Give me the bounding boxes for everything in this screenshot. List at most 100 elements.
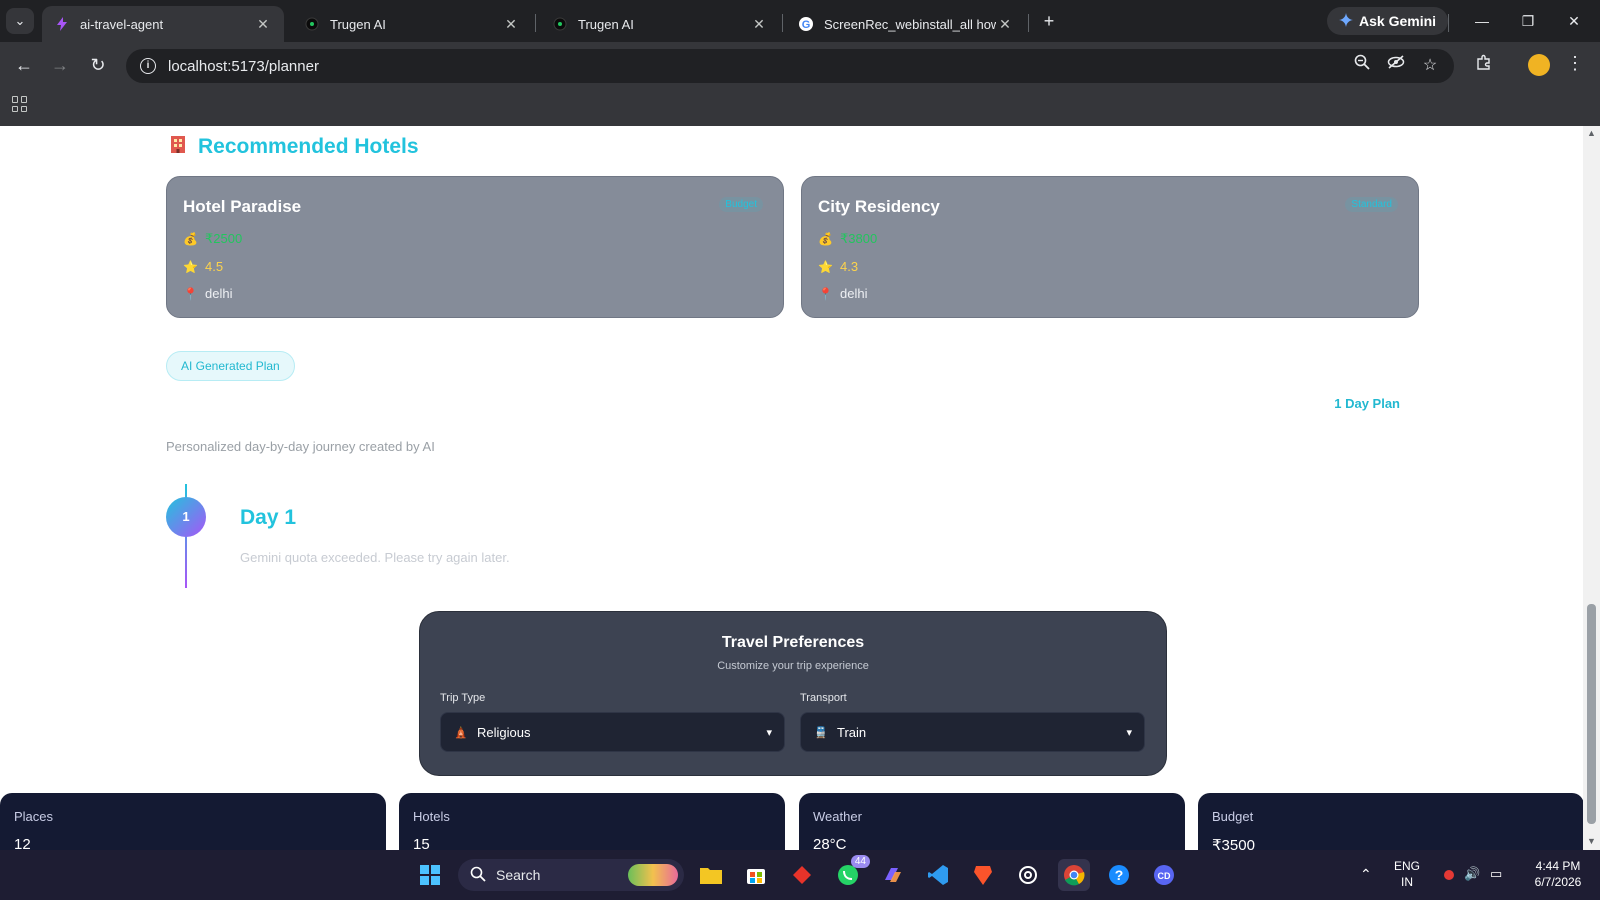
new-tab-button[interactable]: +: [1036, 8, 1062, 34]
stat-card-budget: Budget ₹3500: [1198, 793, 1583, 850]
notification-badge: 44: [850, 855, 870, 868]
ask-gemini-label: Ask Gemini: [1359, 13, 1437, 29]
more-menu-icon[interactable]: ⋮: [1566, 53, 1584, 74]
tab-trugen-ai-2[interactable]: Trugen AI ✕: [540, 6, 780, 42]
site-info-icon[interactable]: i: [140, 58, 156, 74]
apps-grid-icon[interactable]: [12, 96, 28, 112]
tab-separator: [535, 14, 536, 32]
hotel-card[interactable]: City Residency Standard 💰 ₹3800 ⭐ 4.3 📍 …: [801, 176, 1419, 318]
tab-search-button[interactable]: ⌄: [6, 8, 34, 34]
section-title: Recommended Hotels: [198, 135, 419, 158]
travel-preferences-panel: Travel Preferences Customize your trip e…: [419, 611, 1167, 776]
ai-generated-plan-badge: AI Generated Plan: [166, 351, 295, 381]
transport-value: Train: [837, 724, 867, 740]
stat-value: 12: [14, 836, 31, 850]
tab-separator: [1028, 14, 1029, 32]
file-explorer-icon[interactable]: [695, 859, 727, 891]
day-number-badge: 1: [166, 497, 206, 537]
page-scrollbar[interactable]: ▲ ▼: [1583, 126, 1600, 850]
scroll-up-arrow-icon[interactable]: ▲: [1586, 128, 1597, 138]
stat-value: 28°C: [813, 836, 847, 850]
ask-gemini-button[interactable]: Ask Gemini: [1327, 7, 1449, 35]
hotel-card[interactable]: Hotel Paradise Budget 💰 ₹2500 ⭐ 4.5 📍 de…: [166, 176, 784, 318]
stat-card-hotels: Hotels 15: [399, 793, 785, 850]
minimize-button[interactable]: —: [1462, 8, 1502, 34]
stat-value: 15: [413, 836, 430, 850]
volume-icon[interactable]: 🔊: [1464, 866, 1480, 882]
tab-title: ScreenRec_webinstall_all how to: [824, 16, 996, 32]
hotel-tier-badge: Budget: [719, 197, 763, 212]
help-icon[interactable]: ?: [1103, 859, 1135, 891]
tab-separator: [1448, 14, 1449, 32]
star-icon: ⭐: [818, 259, 833, 274]
close-icon[interactable]: ✕: [502, 16, 520, 33]
trip-type-label: Trip Type: [440, 692, 486, 704]
clock-time: 4:44 PM: [1535, 859, 1581, 873]
region-code: IN: [1401, 875, 1413, 889]
whatsapp-icon[interactable]: 44: [832, 855, 870, 891]
preferences-title: Travel Preferences: [721, 634, 865, 651]
reload-icon[interactable]: ↻: [84, 52, 112, 78]
hotel-building-icon: [168, 134, 188, 160]
copilot-icon[interactable]: [877, 859, 909, 891]
chatgpt-icon[interactable]: [1012, 859, 1044, 891]
clock[interactable]: 4:44 PM 6/7/2026: [1528, 858, 1588, 890]
search-highlight-image: [628, 864, 678, 886]
profile-avatar[interactable]: [1528, 54, 1550, 76]
back-arrow-icon[interactable]: ←: [10, 52, 38, 78]
star-icon: ⭐: [183, 259, 198, 274]
zoom-icon[interactable]: [1350, 54, 1374, 78]
plan-day-count: 1 Day Plan: [1334, 396, 1400, 411]
bookmark-star-icon[interactable]: ☆: [1418, 54, 1442, 78]
money-bag-icon: 💰: [818, 232, 833, 246]
recording-indicator-icon[interactable]: [1444, 868, 1454, 884]
language-code: ENG: [1394, 859, 1421, 873]
brave-browser-icon[interactable]: [967, 859, 999, 891]
stat-card-weather: Weather 28°C: [799, 793, 1185, 850]
chevron-down-icon: ▾: [766, 726, 772, 739]
train-icon: 🚆: [814, 726, 828, 739]
url-text[interactable]: localhost:5173/planner: [168, 58, 319, 75]
hotel-price: ₹2500: [205, 231, 243, 246]
forward-arrow-icon[interactable]: →: [46, 52, 74, 78]
hotel-name: Hotel Paradise: [183, 197, 302, 216]
tab-ai-travel-agent[interactable]: ai-travel-agent ✕: [42, 6, 284, 42]
transport-select[interactable]: 🚆 Train ▾: [800, 712, 1145, 752]
google-icon: G: [798, 16, 814, 32]
address-bar[interactable]: i localhost:5173/planner: [126, 49, 1454, 83]
tracking-protection-eye-icon[interactable]: [1384, 54, 1408, 78]
recommended-hotels-heading: Recommended Hotels: [168, 134, 419, 160]
close-icon[interactable]: ✕: [996, 16, 1014, 33]
cd-app-icon[interactable]: CD: [1148, 859, 1180, 891]
hotel-rating: 4.3: [840, 259, 859, 274]
day-title: Day 1: [240, 506, 297, 529]
scrollbar-thumb[interactable]: [1587, 604, 1596, 824]
clock-date: 6/7/2026: [1534, 875, 1582, 889]
restore-button[interactable]: ❐: [1508, 8, 1548, 34]
windows-start-icon[interactable]: [414, 859, 446, 891]
tab-separator: [782, 14, 783, 32]
tab-trugen-ai-1[interactable]: Trugen AI ✕: [292, 6, 532, 42]
hotel-location: delhi: [840, 286, 868, 301]
trip-type-value: Religious: [477, 724, 531, 740]
stat-label: Places: [14, 809, 54, 824]
preferences-subtitle: Customize your trip experience: [717, 660, 869, 672]
red-diamond-app-icon[interactable]: [786, 859, 818, 891]
tab-title: ai-travel-agent: [80, 16, 164, 32]
tab-screenrec[interactable]: G ScreenRec_webinstall_all how to ✕: [786, 6, 1026, 42]
extensions-puzzle-icon[interactable]: [1472, 54, 1496, 78]
taskbar-search-box[interactable]: Search: [458, 859, 684, 891]
language-indicator[interactable]: ENG IN: [1394, 858, 1420, 890]
stat-value: ₹3500: [1212, 837, 1255, 850]
show-hidden-icons-chevron-icon[interactable]: ⌃: [1360, 866, 1372, 882]
close-window-button[interactable]: ✕: [1554, 8, 1594, 34]
close-icon[interactable]: ✕: [750, 16, 768, 33]
battery-icon[interactable]: ▭: [1490, 866, 1502, 882]
stat-label: Budget: [1212, 809, 1254, 824]
vscode-icon[interactable]: [922, 859, 954, 891]
microsoft-store-icon[interactable]: [740, 859, 772, 891]
trip-type-select[interactable]: 🛕 Religious ▾: [440, 712, 785, 752]
close-icon[interactable]: ✕: [254, 16, 272, 33]
chrome-icon[interactable]: [1058, 859, 1090, 891]
scroll-down-arrow-icon[interactable]: ▼: [1586, 836, 1597, 846]
